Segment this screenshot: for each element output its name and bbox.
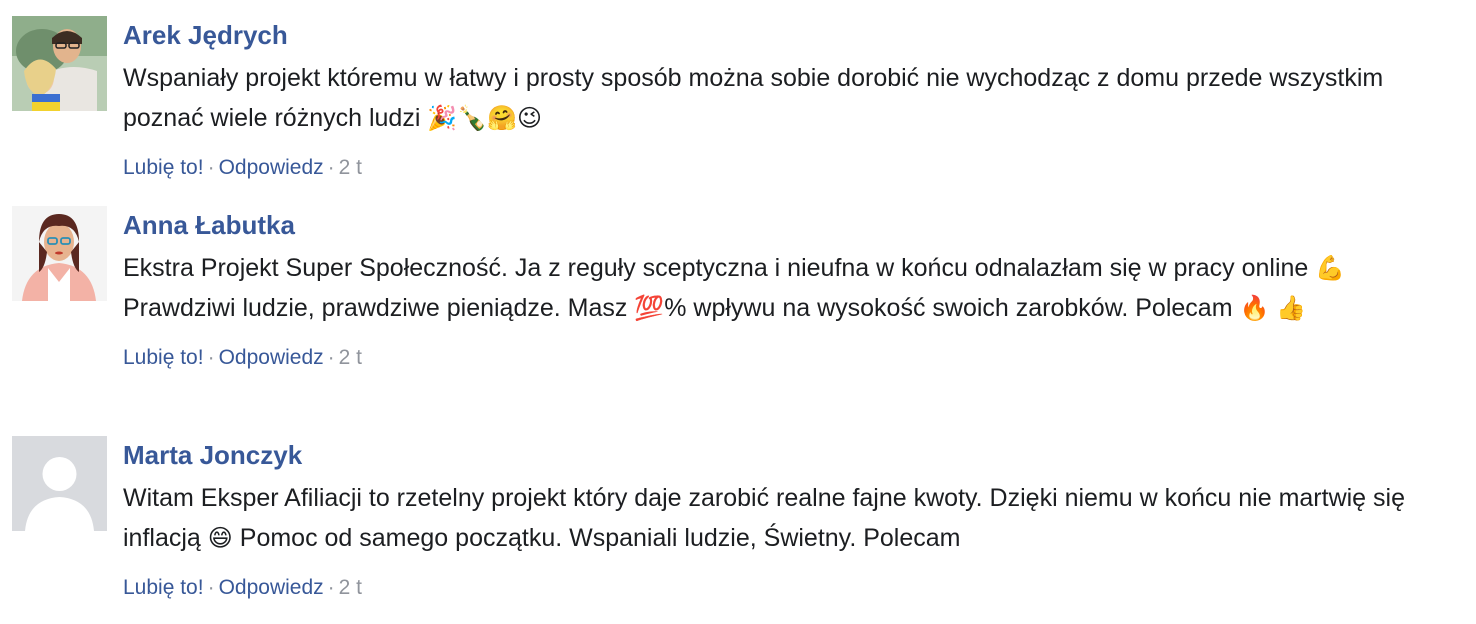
grinning-face-emoji-icon: 😄	[207, 524, 233, 552]
separator: ·	[207, 576, 215, 599]
user-photo-icon	[12, 206, 107, 301]
separator: ·	[207, 346, 215, 369]
reply-link[interactable]: Odpowiedz	[219, 576, 324, 599]
avatar[interactable]	[12, 16, 107, 111]
party-bottle-hug-wink-emoji-icon: 🎉🍾🤗😉	[427, 104, 543, 132]
comment-text-body: Wspaniały projekt któremu w łatwy i pros…	[123, 64, 1384, 132]
comment-time[interactable]: 2 t	[339, 576, 362, 599]
hundred-points-emoji-icon: 💯	[634, 294, 665, 322]
user-photo-icon	[12, 16, 107, 111]
like-link[interactable]: Lubię to!	[123, 156, 204, 179]
separator: ·	[327, 156, 335, 179]
comment-actions: Lubię to! · Odpowiedz · 2 t	[123, 345, 1463, 371]
comment-author[interactable]: Arek Jędrych	[123, 20, 1463, 50]
comment-text: Ekstra Projekt Super Społeczność. Ja z r…	[123, 248, 1463, 328]
comment-time[interactable]: 2 t	[339, 346, 362, 369]
separator: ·	[327, 576, 335, 599]
reply-link[interactable]: Odpowiedz	[219, 346, 324, 369]
flexed-biceps-emoji-icon: 💪	[1315, 254, 1346, 282]
separator: ·	[207, 156, 215, 179]
comment-text-part: Pomoc od samego początku. Wspaniali ludz…	[239, 524, 961, 552]
comment-text: Wspaniały projekt któremu w łatwy i pros…	[123, 58, 1463, 138]
comment-author[interactable]: Marta Jonczyk	[123, 440, 1463, 470]
comment-time[interactable]: 2 t	[339, 156, 362, 179]
comment-text-part: % wpływu na wysokość swoich zarobków. Po…	[664, 294, 1233, 322]
separator: ·	[327, 346, 335, 369]
comment-text-part: Prawdziwi ludzie, prawdziwe pieniądze. M…	[123, 294, 628, 322]
reply-link[interactable]: Odpowiedz	[219, 156, 324, 179]
fire-emoji-icon: 🔥	[1239, 294, 1270, 322]
comment-text: Witam Eksper Afiliacji to rzetelny proje…	[123, 478, 1463, 558]
thumbs-up-emoji-icon: 👍	[1276, 294, 1307, 322]
comment-actions: Lubię to! · Odpowiedz · 2 t	[123, 575, 1463, 601]
comment-text-part: Ekstra Projekt Super Społeczność. Ja z r…	[123, 254, 1309, 282]
like-link[interactable]: Lubię to!	[123, 346, 204, 369]
default-avatar-icon	[12, 436, 107, 531]
avatar[interactable]	[12, 206, 107, 301]
comment-actions: Lubię to! · Odpowiedz · 2 t	[123, 155, 1463, 181]
like-link[interactable]: Lubię to!	[123, 576, 204, 599]
avatar[interactable]	[12, 436, 107, 531]
comment-author[interactable]: Anna Łabutka	[123, 210, 1463, 240]
